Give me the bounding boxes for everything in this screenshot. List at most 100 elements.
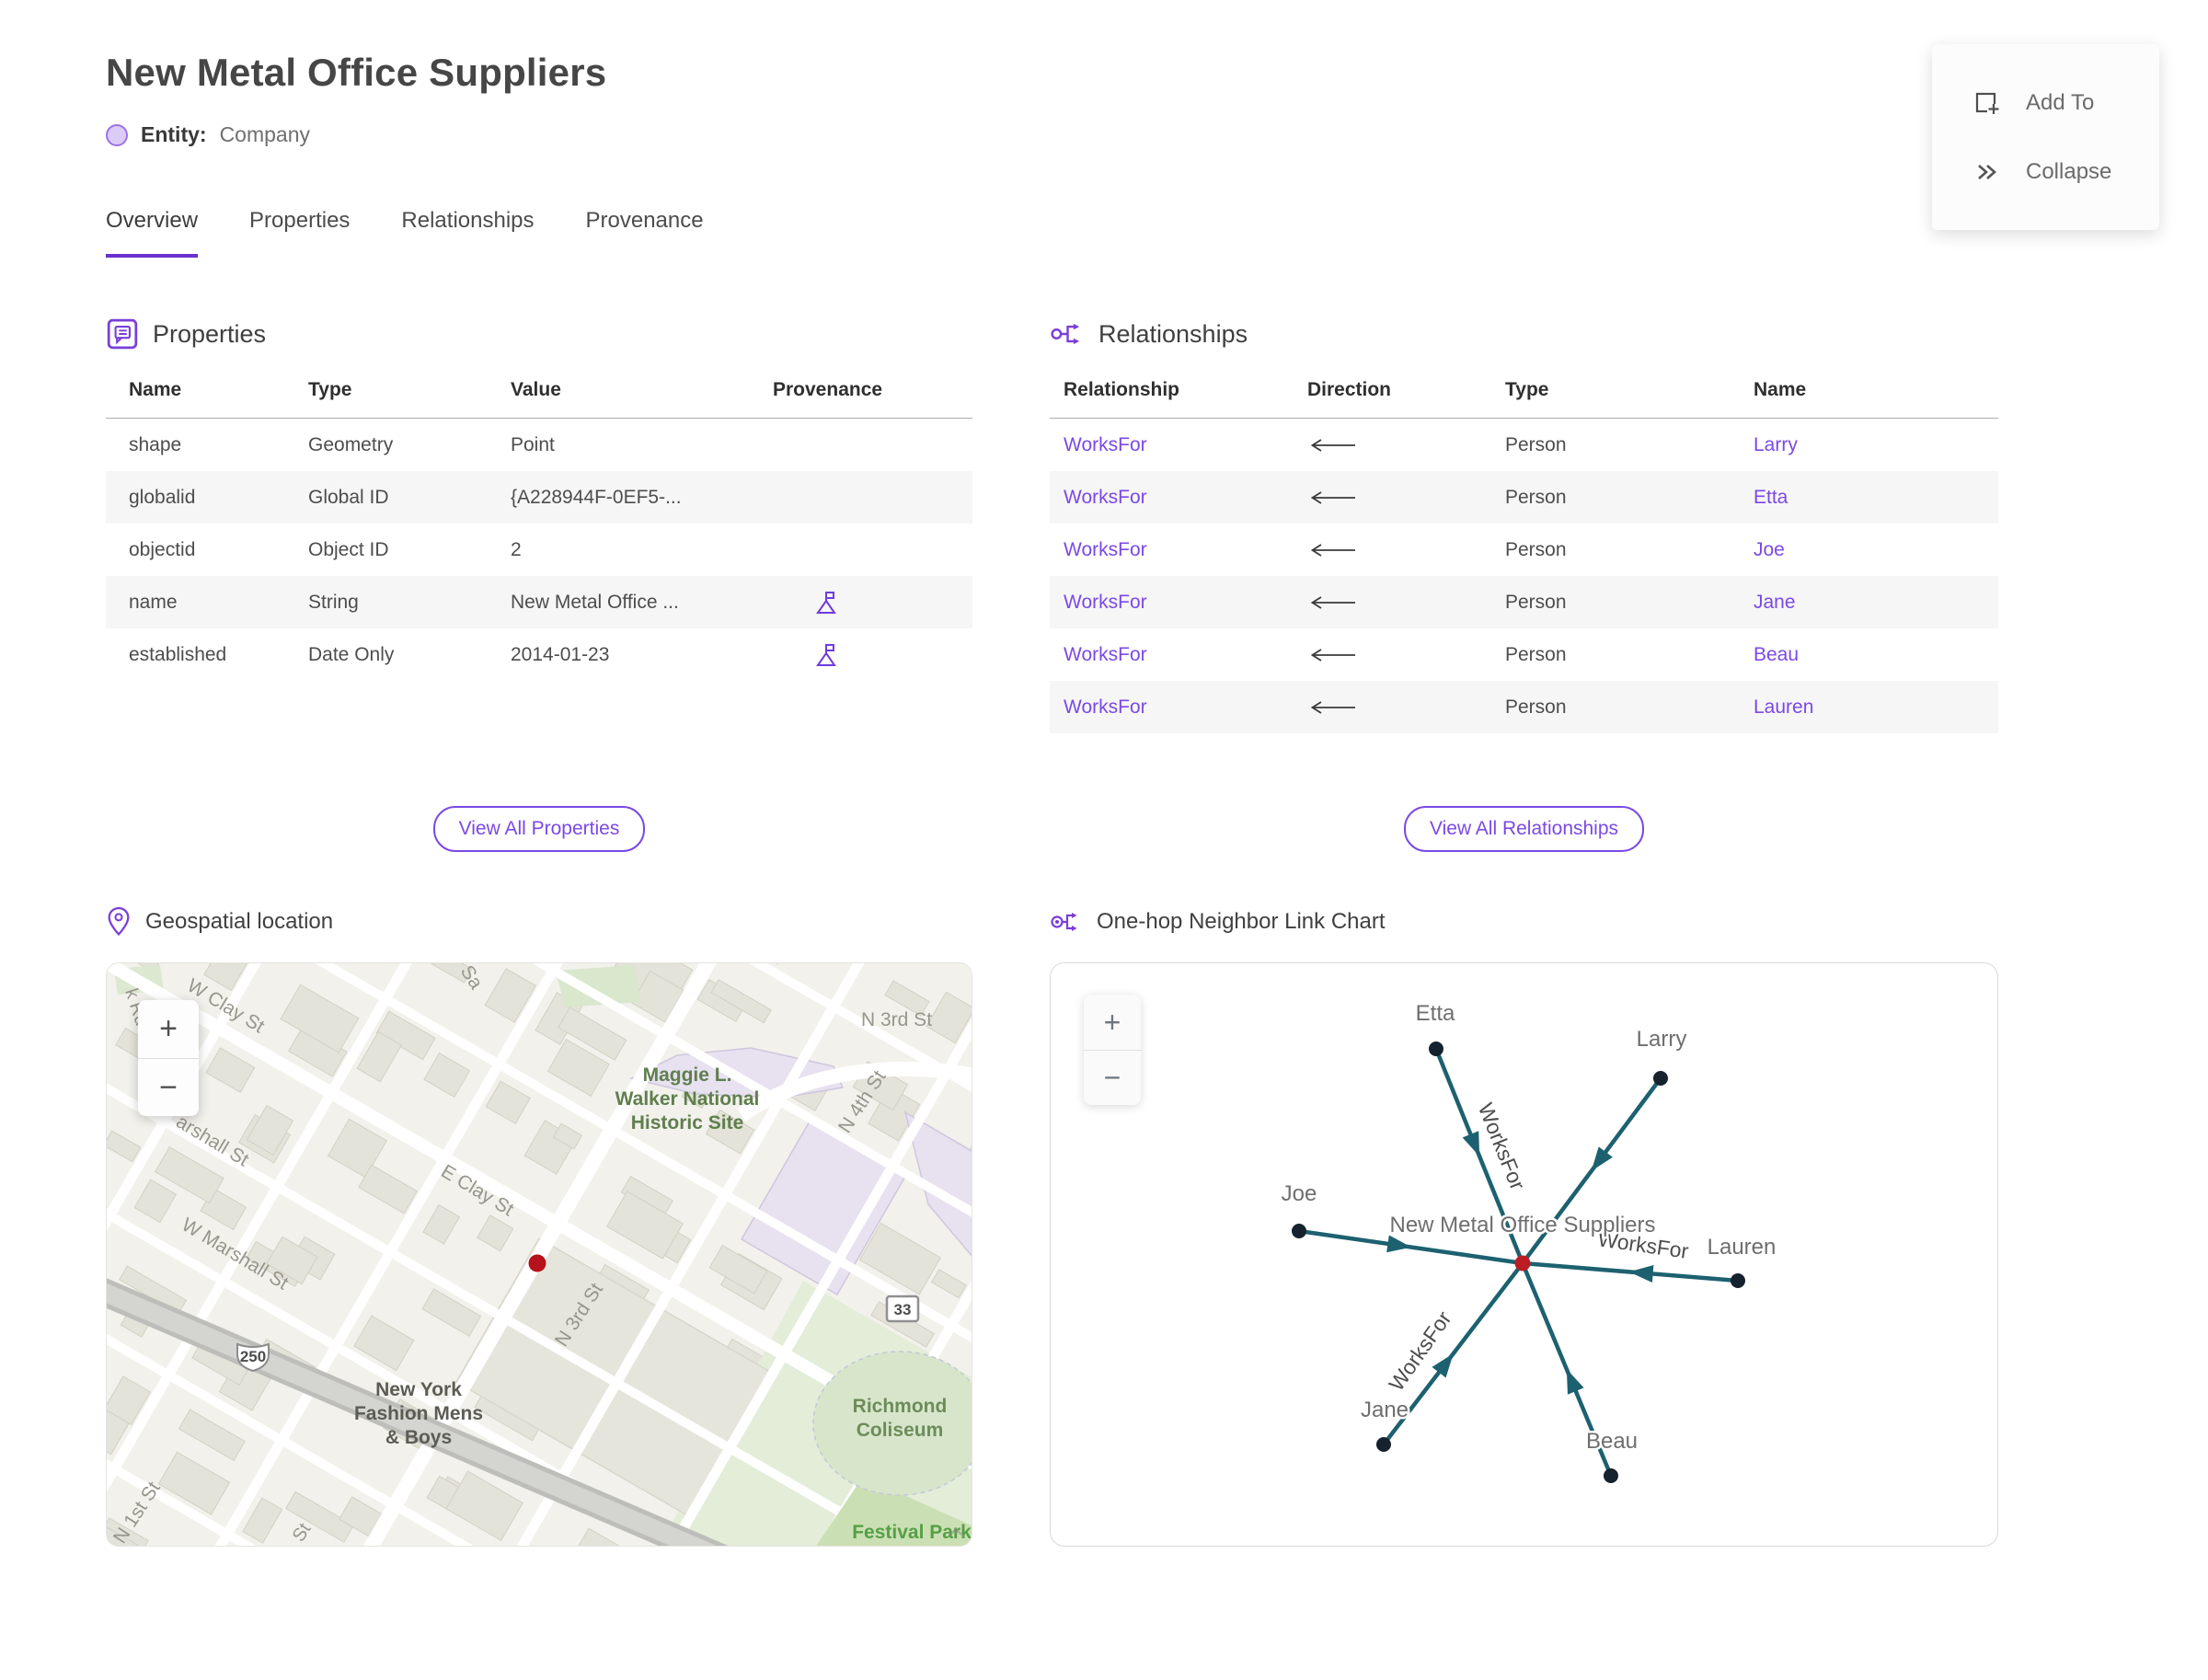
edge-label: WorksFor <box>1474 1099 1530 1193</box>
table-row: WorksFor Person Larry <box>1050 419 1998 471</box>
node-label: Jane <box>1361 1398 1409 1422</box>
add-to-label: Add To <box>2026 90 2095 115</box>
overview-content: Properties Relationships Name Type Value… <box>106 305 2208 1547</box>
direction-cell <box>1307 438 1505 453</box>
relationships-table: Relationship Direction Type Name WorksFo… <box>1050 357 1998 799</box>
chart-zoom-in-button[interactable]: + <box>1084 995 1141 1050</box>
route-shield: 33 <box>885 1295 920 1323</box>
chart-zoom-out-button[interactable]: − <box>1084 1050 1141 1105</box>
node-label: Lauren <box>1708 1235 1777 1260</box>
provenance-flag-icon[interactable] <box>814 590 838 616</box>
properties-table: Name Type Value Provenance shape Geometry… <box>106 357 972 799</box>
direction-cell <box>1307 648 1505 662</box>
relationship-link[interactable]: WorksFor <box>1064 696 1147 718</box>
chart-canvas[interactable]: WorksFor WorksFor WorksFor Etta Larry Joe Laur… <box>1050 962 1998 1547</box>
graph-node-beau[interactable] <box>1604 1468 1618 1483</box>
col-value: Value <box>511 379 561 400</box>
linkchart-section-header: One-hop Neighbor Link Chart <box>1050 902 1998 937</box>
tab-provenance[interactable]: Provenance <box>586 208 704 258</box>
link-chart: WorksForWorksForWorksForEttaLarryJoeLaur… <box>1279 999 1778 1483</box>
view-all-relationships-button[interactable]: View All Relationships <box>1403 806 1645 852</box>
properties-table-header: Name Type Value Provenance <box>106 357 972 419</box>
table-row: shape Geometry Point <box>106 419 972 471</box>
relationships-icon <box>1051 323 1080 345</box>
table-row: name String New Metal Office ... <box>106 576 972 628</box>
table-row: WorksFor Person Beau <box>1050 628 1998 681</box>
left-arrow-icon <box>1310 648 1355 662</box>
map-canvas[interactable]: k Rd W Clay St Sa arshall St W Marshall St E … <box>106 962 972 1547</box>
person-link[interactable]: Etta <box>1754 487 1788 508</box>
prop-type: Date Only <box>308 643 395 665</box>
properties-section-title: Properties <box>153 319 267 348</box>
one-hop-icon <box>1051 913 1077 931</box>
col-type: Type <box>308 379 352 400</box>
graph-node-lauren[interactable] <box>1731 1273 1745 1288</box>
edge-arrow <box>1591 1146 1613 1171</box>
prop-type: Geometry <box>308 433 394 455</box>
person-link[interactable]: Larry <box>1754 434 1798 455</box>
provenance-flag-icon[interactable] <box>814 642 838 668</box>
table-row: objectid Object ID 2 <box>106 524 972 576</box>
tab-bar: Overview Properties Relationships Proven… <box>106 208 2208 258</box>
direction-cell <box>1307 543 1505 558</box>
collapse-button[interactable]: Collapse <box>1972 158 2159 186</box>
node-label: Joe <box>1282 1181 1317 1206</box>
collapse-icon <box>1978 165 1996 179</box>
entity-page: New Metal Office Suppliers Entity: Compa… <box>0 0 2208 1680</box>
table-row: globalid Global ID {A228944F-0EF5-... <box>106 471 972 524</box>
linkchart-section-title: One-hop Neighbor Link Chart <box>1097 909 1386 934</box>
person-link[interactable]: Beau <box>1754 644 1799 665</box>
map-attribution-toggle[interactable] <box>946 1522 966 1542</box>
map-zoom-out-button[interactable]: − <box>138 1058 199 1116</box>
relationship-link[interactable]: WorksFor <box>1064 644 1147 665</box>
entity-type-icon <box>106 123 128 146</box>
graph-node-center[interactable] <box>1514 1255 1531 1272</box>
prop-value: 2014-01-23 <box>511 643 610 665</box>
col-provenance: Provenance <box>773 379 883 400</box>
graph-node-jane[interactable] <box>1376 1437 1391 1452</box>
graph-node-etta[interactable] <box>1429 1041 1443 1056</box>
tab-overview[interactable]: Overview <box>106 208 199 258</box>
properties-icon <box>107 318 138 350</box>
direction-cell <box>1307 490 1505 505</box>
chart-zoom-control: + − <box>1084 995 1141 1105</box>
prop-value: {A228944F-0EF5-... <box>511 486 682 508</box>
left-arrow-icon <box>1310 700 1355 714</box>
tab-relationships[interactable]: Relationships <box>401 208 534 258</box>
add-to-icon <box>1975 92 2001 117</box>
prop-name: name <box>129 591 178 613</box>
person-link[interactable]: Lauren <box>1754 696 1813 718</box>
col-relationship: Relationship <box>1064 379 1180 400</box>
edge-label: WorksFor <box>1384 1306 1455 1395</box>
tab-properties[interactable]: Properties <box>249 208 350 258</box>
person-link[interactable]: Jane <box>1754 592 1796 613</box>
prop-type: Global ID <box>308 486 389 508</box>
relationship-link[interactable]: WorksFor <box>1064 487 1147 508</box>
add-to-button[interactable]: Add To <box>1972 88 2159 118</box>
graph-node-larry[interactable] <box>1653 1071 1668 1086</box>
entity-location-marker[interactable] <box>528 1254 546 1272</box>
graph-node-joe[interactable] <box>1292 1224 1306 1238</box>
relationships-section-title: Relationships <box>1098 319 1248 348</box>
collapse-label: Collapse <box>2026 159 2112 184</box>
relationship-link[interactable]: WorksFor <box>1064 434 1147 455</box>
relationship-link[interactable]: WorksFor <box>1064 592 1147 613</box>
table-row: WorksFor Person Joe <box>1050 524 1998 576</box>
person-link[interactable]: Joe <box>1754 539 1785 560</box>
left-arrow-icon <box>1310 438 1355 452</box>
svg-text:33: 33 <box>894 1301 912 1318</box>
node-label: Larry <box>1637 1027 1687 1052</box>
map-zoom-in-button[interactable]: + <box>138 1000 199 1058</box>
rel-type: Person <box>1505 643 1567 665</box>
left-arrow-icon <box>1310 490 1355 504</box>
center-node-label: New Metal Office Suppliers <box>1389 1213 1655 1237</box>
properties-section-header: Properties <box>106 305 972 357</box>
prop-name: objectid <box>129 538 196 560</box>
edge-arrow <box>1566 1369 1584 1395</box>
view-all-properties-button[interactable]: View All Properties <box>432 806 646 852</box>
col-direction: Direction <box>1307 379 1392 400</box>
relationship-link[interactable]: WorksFor <box>1064 539 1147 560</box>
prop-name: established <box>129 643 227 665</box>
actions-panel: Add To Collapse <box>1932 44 2159 230</box>
left-arrow-icon <box>1310 595 1355 609</box>
